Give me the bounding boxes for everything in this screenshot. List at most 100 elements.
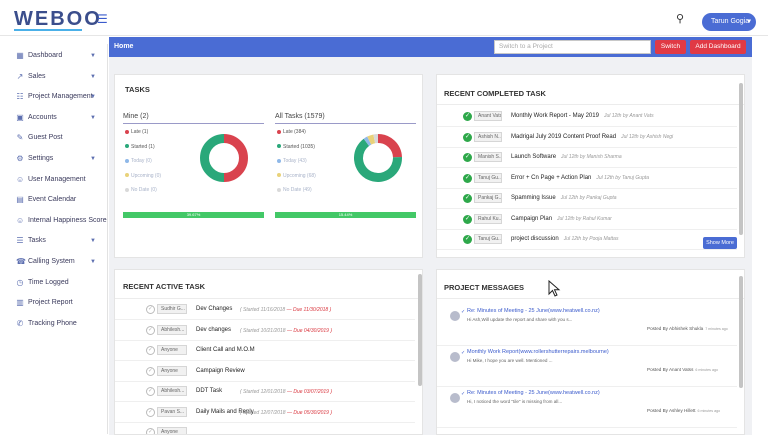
- sidebar-item-tasks[interactable]: ☰ Tasks ▼: [11, 231, 107, 252]
- sidebar-item-user-management[interactable]: ☺ User Management: [11, 170, 107, 191]
- message-item[interactable]: ✓ Re: Minutes of Meeting - 25 June(www.he…: [437, 306, 737, 346]
- task-title[interactable]: Client Call and M.O.M: [196, 347, 255, 353]
- author-name: Posted By Abhishek Shukla: [647, 326, 704, 331]
- switch-project-input[interactable]: Switch to a Project: [494, 40, 651, 54]
- sidebar-item-label: Internal Happiness Score: [28, 216, 107, 224]
- task-check-icon[interactable]: ✓: [146, 346, 155, 355]
- read-check-icon: ✓: [461, 391, 466, 397]
- message-title[interactable]: Re: Minutes of Meeting - 25 June(www.hea…: [467, 390, 600, 396]
- sidebar-item-calling-system[interactable]: ☎ Calling System ▼: [11, 252, 107, 273]
- completed-check-icon: ✓: [463, 235, 472, 244]
- task-check-icon[interactable]: ✓: [146, 366, 155, 376]
- messages-scrollbar[interactable]: [739, 276, 743, 388]
- active-task-row[interactable]: ✓ Anyone Client Call and M.O.M: [115, 340, 415, 361]
- task-title[interactable]: Campaign Review: [196, 368, 245, 374]
- sidebar-item-project-management[interactable]: ☷ Project Management ▼: [11, 87, 107, 108]
- sidebar-item-accounts[interactable]: ▣ Accounts ▼: [11, 108, 107, 129]
- task-dates: ( Started 12/01/2018 — Due 03/07/2019 ): [240, 389, 332, 395]
- task-title[interactable]: project discussion: [511, 236, 559, 242]
- completed-task-row[interactable]: ✓ Rahul Ku... Campaign Plan Jul 12th by Rah…: [437, 209, 737, 230]
- legend-dot: [277, 129, 281, 134]
- task-title[interactable]: Dev Changes: [196, 306, 232, 312]
- message-title[interactable]: Re: Minutes of Meeting - 25 June(www.hea…: [467, 308, 600, 314]
- legend-item: No Date (49): [277, 187, 312, 193]
- started-date: ( Started 10/21/2018: [240, 327, 286, 334]
- menu-toggle-icon[interactable]: ☰: [97, 12, 109, 26]
- chart-icon: ↗: [16, 71, 24, 81]
- message-title[interactable]: Monthly Work Report(www.rollershutterrep…: [467, 349, 609, 355]
- donut-slice: [367, 134, 376, 145]
- completed-task-row[interactable]: ✓ Tanuj Gu... project discussion Jul 12th b…: [437, 229, 737, 250]
- sidebar-item-label: Tracking Phone: [28, 319, 77, 327]
- completed-task-row[interactable]: ✓ Manish S... Launch Software Jul 12th by M…: [437, 147, 737, 168]
- task-title[interactable]: Madrigal July 2019 Content Proof Read: [511, 134, 616, 140]
- all-tasks-heading[interactable]: All Tasks (1579): [275, 113, 325, 120]
- legend-dot: [125, 187, 129, 192]
- sidebar-item-internal-happiness-score[interactable]: ☺ Internal Happiness Score: [11, 211, 107, 232]
- chevron-down-icon: ▼: [90, 238, 96, 245]
- active-task-row[interactable]: ✓ Anyone: [115, 422, 415, 434]
- completed-task-row[interactable]: ✓ Ashish N... Madrigal July 2019 Content P…: [437, 127, 737, 148]
- sidebar-item-label: Tasks: [28, 237, 46, 245]
- avatar: [450, 311, 460, 321]
- message-item[interactable]: ✓ Monthly Work Report(www.rollershutterre…: [437, 347, 737, 387]
- message-item[interactable]: ✓ Re: Minutes of Meeting - 25 June(www.he…: [437, 388, 737, 428]
- started-date: ( Started 11/16/2018: [240, 307, 286, 313]
- message-preview: Hi Mike, I hope you are well. Mentioned …: [467, 358, 553, 363]
- sidebar-item-sales[interactable]: ↗ Sales ▼: [11, 67, 107, 88]
- completed-task-row[interactable]: ✓ Tanuj Gu... Error + Cn Page + Action Pla…: [437, 168, 737, 189]
- completed-task-row[interactable]: ✓ Pankaj G... Spamming Issue Jul 12th by Pa…: [437, 188, 737, 209]
- completed-scrollbar[interactable]: [739, 83, 743, 235]
- task-check-icon[interactable]: ✓: [146, 325, 155, 335]
- task-check-icon[interactable]: ✓: [146, 387, 155, 396]
- assignee-tag: Sudhir G...: [157, 304, 187, 314]
- legend-item: Late (1): [125, 129, 148, 135]
- sidebar-item-tracking-phone[interactable]: ✆ Tracking Phone: [11, 314, 107, 335]
- user-menu-button[interactable]: Tarun Gogia ▾: [702, 13, 756, 31]
- app-logo[interactable]: WEBOO: [14, 8, 102, 31]
- completed-task-list: ✓ Anant Vats Monthly Work Report - May 201…: [437, 104, 737, 257]
- switch-button[interactable]: Switch: [655, 40, 686, 54]
- completed-task-row[interactable]: ✓ Anant Vats Monthly Work Report - May 201…: [437, 106, 737, 127]
- clock-icon: ◷: [16, 277, 24, 287]
- user-icon: ☺: [16, 174, 25, 184]
- active-scrollbar[interactable]: [418, 274, 422, 386]
- sidebar-item-guest-post[interactable]: ✎ Guest Post: [11, 128, 107, 149]
- task-title[interactable]: Monthly Work Report - May 2019: [511, 113, 599, 119]
- sidebar-item-time-logged[interactable]: ◷ Time Logged: [11, 273, 107, 294]
- task-check-icon[interactable]: ✓: [146, 305, 155, 314]
- legend-label: Late (1): [131, 129, 149, 135]
- task-title[interactable]: Launch Software: [511, 154, 556, 160]
- task-title[interactable]: Campaign Plan: [511, 216, 552, 222]
- all-tasks-donut-chart: [354, 134, 402, 182]
- mine-progress-label: 39.67%: [186, 212, 201, 217]
- sidebar-item-event-calendar[interactable]: ▤ Event Calendar: [11, 190, 107, 211]
- task-title[interactable]: Error + Cn Page + Action Plan: [511, 175, 591, 181]
- user-name: Tarun Gogia: [711, 18, 750, 25]
- chevron-down-icon: ▼: [90, 155, 96, 162]
- sidebar-item-dashboard[interactable]: ▦ Dashboard ▼: [11, 46, 107, 67]
- task-dates: ( Started 10/21/2018 — Due 04/30/2019 ): [240, 328, 332, 334]
- sidebar-item-label: Settings: [28, 154, 54, 162]
- active-task-row[interactable]: ✓ Abhilesh... Dev changes ( Started 10/21/2…: [115, 320, 415, 341]
- task-check-icon[interactable]: ✓: [146, 407, 155, 417]
- sidebar-item-settings[interactable]: ⚙ Settings ▼: [11, 149, 107, 170]
- show-more-button[interactable]: Show More: [703, 237, 737, 249]
- active-task-row[interactable]: ✓ Anyone Campaign Review: [115, 361, 415, 382]
- assignee-tag: Pankaj G...: [474, 193, 502, 203]
- active-task-row[interactable]: ✓ Sudhir G... Dev Changes ( Started 11/16/2…: [115, 299, 415, 320]
- page-title: Home: [114, 43, 134, 50]
- active-task-row[interactable]: ✓ Pavan S... Daily Mails and Reply( Starte…: [115, 402, 415, 423]
- add-dashboard-button[interactable]: Add Dashboard: [690, 40, 746, 54]
- recent-completed-panel: RECENT COMPLETED TASK ✓ Anant Vats Monthly…: [436, 74, 745, 258]
- chevron-down-icon: ▼: [90, 258, 96, 265]
- task-title[interactable]: DDT Task: [196, 388, 222, 394]
- search-icon[interactable]: ⚲: [676, 12, 684, 25]
- mine-heading[interactable]: Mine (2): [123, 113, 149, 120]
- task-title[interactable]: Dev changes: [196, 327, 231, 333]
- message-author: Posted By Anant Vatss 6 minutes ago: [647, 367, 718, 372]
- active-task-row[interactable]: ✓ Abhilesh... DDT Task ( Started 12/01/2018…: [115, 381, 415, 402]
- task-title[interactable]: Spamming Issue: [511, 195, 556, 201]
- task-check-icon[interactable]: ✓: [146, 428, 155, 434]
- sidebar-item-project-report[interactable]: ▥ Project Report: [11, 293, 107, 314]
